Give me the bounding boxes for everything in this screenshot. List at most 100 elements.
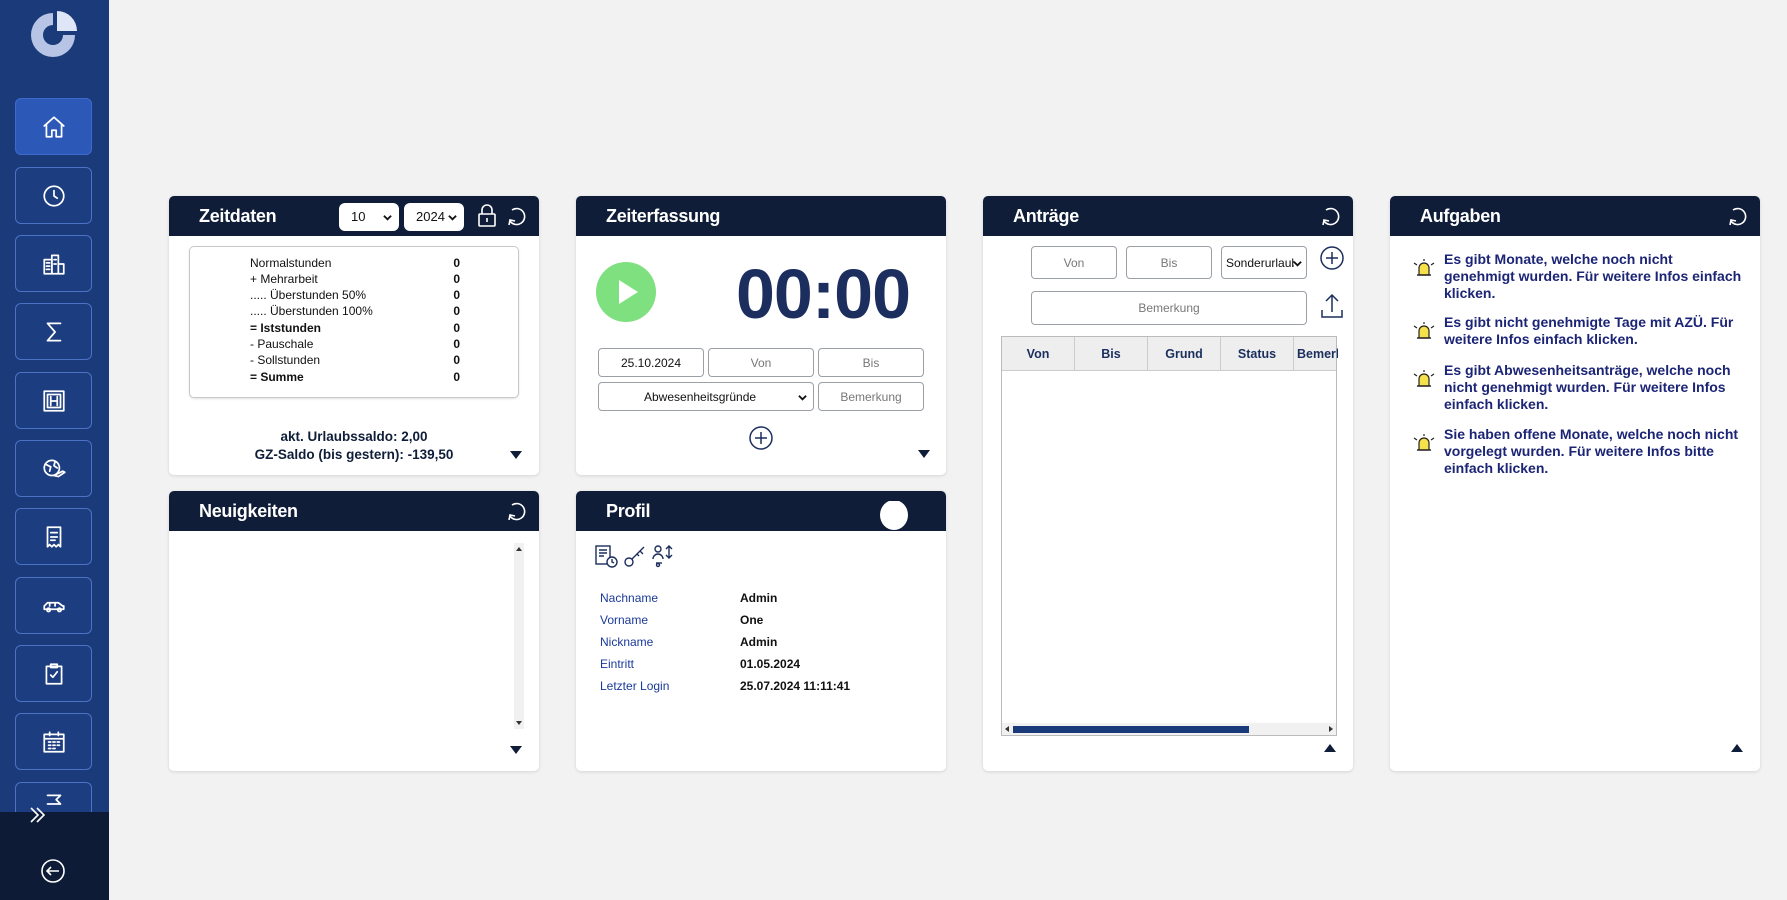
add-antrag-button[interactable]	[1319, 245, 1345, 276]
antrag-bis-field[interactable]: Bis	[1126, 246, 1212, 279]
timesheet-icon[interactable]	[594, 543, 620, 569]
stat-value: 0	[453, 256, 460, 270]
profile-value: Admin	[740, 591, 778, 605]
bis-placeholder: Bis	[862, 355, 880, 370]
antrag-bemerkung-field[interactable]: Bemerkung	[1031, 291, 1307, 325]
date-field[interactable]: 25.10.2024	[598, 348, 704, 377]
stat-label: + Mehrarbeit	[250, 272, 318, 286]
start-timer-button[interactable]	[596, 262, 656, 322]
stat-label: - Sollstunden	[250, 353, 321, 367]
zeitdaten-card: Zeitdaten 10 2024 Normalstunden 0 + Mehra…	[169, 196, 539, 475]
sigma-icon	[46, 321, 61, 342]
logout-icon[interactable]	[39, 857, 67, 885]
column-header[interactable]: Bis	[1075, 337, 1148, 370]
antrag-von-field[interactable]: Von	[1031, 246, 1117, 279]
stat-value: 0	[453, 353, 460, 367]
neuigkeiten-refresh-icon[interactable]	[506, 500, 528, 522]
clipboard-check-icon	[45, 662, 62, 685]
alarm-bell-icon	[1413, 370, 1435, 387]
von-placeholder: Von	[750, 355, 772, 370]
vertical-scrollbar[interactable]	[514, 543, 524, 729]
profile-label: Vorname	[600, 613, 649, 627]
table-header-row: Von Bis Grund Status Bemerkung	[1002, 337, 1338, 371]
antrag-von-placeholder: Von	[1063, 255, 1085, 270]
zeitdaten-title: Zeitdaten	[199, 206, 277, 226]
stat-value: 0	[453, 337, 460, 351]
add-entry-button[interactable]	[748, 425, 774, 456]
stat-row: - Pauschale 0	[250, 337, 460, 353]
scroll-right-icon[interactable]	[1328, 726, 1334, 732]
nav-building-button[interactable]	[15, 235, 92, 292]
urlaubssaldo-text: akt. Urlaubssaldo: 2,00	[280, 429, 428, 444]
grid-h-icon	[42, 389, 65, 412]
bemerkung-placeholder: Bemerkung	[840, 389, 902, 404]
column-header[interactable]: Von	[1002, 337, 1075, 370]
stat-row: ..... Überstunden 100% 0	[250, 304, 460, 320]
absence-reason-select[interactable]: Abwesenheitsgründe	[598, 382, 814, 411]
scroll-up-icon[interactable]	[516, 546, 522, 551]
receipt-icon	[46, 525, 61, 548]
bemerkung-field[interactable]: Bemerkung	[818, 382, 924, 411]
collapse-arrow-icon[interactable]	[1324, 744, 1336, 752]
home-icon	[42, 115, 65, 138]
bis-field[interactable]: Bis	[818, 348, 924, 377]
avatar[interactable]	[878, 501, 910, 531]
key-icon[interactable]	[622, 543, 648, 569]
expand-arrow-icon[interactable]	[510, 746, 522, 754]
neuigkeiten-card: Neuigkeiten	[169, 491, 539, 771]
nav-travel-button[interactable]	[15, 440, 92, 497]
stat-value: 0	[453, 304, 460, 318]
nav-calendar-button[interactable]	[15, 713, 92, 770]
gz-saldo-text: GZ-Saldo (bis gestern): -139,50	[254, 447, 454, 462]
scroll-down-icon[interactable]	[516, 721, 522, 726]
antrag-type-select[interactable]: Sonderurlaub	[1221, 246, 1307, 279]
stat-label: ..... Überstunden 100%	[250, 304, 373, 318]
scrollbar-thumb[interactable]	[1013, 726, 1249, 733]
scroll-left-icon[interactable]	[1004, 726, 1010, 732]
zeitdaten-refresh-icon[interactable]	[506, 205, 528, 227]
user-switch-icon[interactable]	[650, 543, 676, 569]
profil-header: Profil	[576, 491, 946, 531]
stat-value: 0	[453, 370, 460, 384]
chevron-down-icon	[383, 215, 392, 221]
antraege-table: Von Bis Grund Status Bemerkung	[1001, 336, 1338, 736]
stat-row: - Sollstunden 0	[250, 353, 460, 369]
nav-time-button[interactable]	[15, 167, 92, 224]
lock-icon[interactable]	[476, 204, 498, 228]
profile-value: Admin	[740, 635, 778, 649]
nav-home-button[interactable]	[15, 98, 92, 155]
stat-row: ..... Überstunden 50% 0	[250, 288, 460, 304]
antraege-header: Anträge	[983, 196, 1353, 236]
stat-label: Normalstunden	[250, 256, 332, 270]
column-header[interactable]: Grund	[1148, 337, 1221, 370]
expand-arrow-icon[interactable]	[510, 451, 522, 459]
antraege-title: Anträge	[1013, 206, 1079, 226]
von-field[interactable]: Von	[708, 348, 814, 377]
month-select[interactable]: 10	[339, 203, 399, 231]
task-text: Sie haben offene Monate, welche noch nic…	[1444, 426, 1739, 476]
profil-title: Profil	[606, 501, 651, 521]
nav-schedule-button[interactable]	[15, 372, 92, 429]
nav-car-button[interactable]	[15, 577, 92, 634]
upload-icon[interactable]	[1319, 290, 1345, 320]
nav-receipt-button[interactable]	[15, 508, 92, 565]
column-header[interactable]: Status	[1221, 337, 1294, 370]
horizontal-scrollbar[interactable]	[1002, 723, 1336, 735]
antraege-refresh-icon[interactable]	[1320, 205, 1342, 227]
timer-display: 00:00	[736, 255, 911, 333]
profile-label: Letzter Login	[600, 679, 670, 693]
task-text: Es gibt Abwesenheitsanträge, welche noch…	[1444, 362, 1731, 412]
collapse-arrow-icon[interactable]	[1731, 744, 1743, 752]
nav-sum-button[interactable]	[15, 303, 92, 360]
aufgaben-refresh-icon[interactable]	[1727, 205, 1749, 227]
task-text: Es gibt nicht genehmigte Tage mit AZÜ. F…	[1444, 314, 1734, 347]
column-header[interactable]: Bemerkung	[1294, 337, 1338, 370]
play-icon	[619, 280, 638, 304]
expand-arrow-icon[interactable]	[918, 450, 930, 458]
alarm-bell-icon	[1413, 322, 1435, 339]
nav-checklist-button[interactable]	[15, 645, 92, 702]
expand-sidebar-icon[interactable]	[26, 803, 50, 827]
chevron-down-icon	[1293, 261, 1302, 267]
year-select[interactable]: 2024	[404, 203, 464, 231]
antrag-bis-placeholder: Bis	[1160, 255, 1178, 270]
